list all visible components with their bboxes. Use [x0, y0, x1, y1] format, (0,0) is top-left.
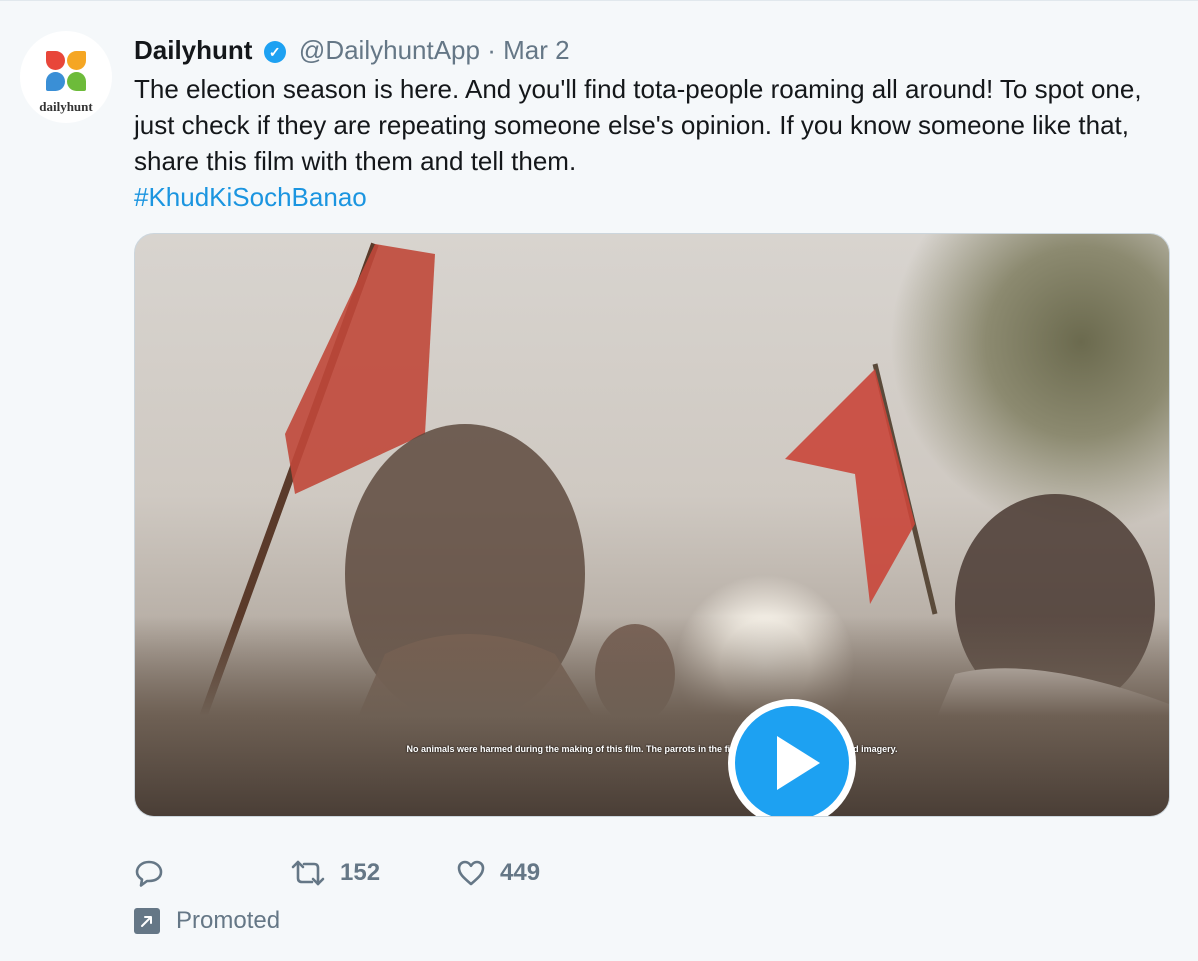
play-icon[interactable]	[725, 696, 859, 817]
video-frame-crowd	[135, 616, 1169, 816]
author-handle[interactable]: @DailyhuntApp	[299, 35, 480, 65]
retweet-count: 152	[340, 859, 381, 886]
tweet-header: Dailyhunt ✓ @DailyhuntApp · Mar 2	[134, 33, 570, 67]
logo-petal-blue	[46, 72, 65, 91]
promoted-label-row[interactable]: Promoted	[134, 907, 280, 935]
heart-icon	[457, 860, 485, 886]
reply-icon	[135, 860, 163, 887]
avatar-logo-text: dailyhunt	[39, 99, 93, 114]
like-count: 449	[500, 859, 541, 886]
promoted-label: Promoted	[176, 907, 281, 934]
hashtag-link[interactable]: #KhudKiSochBanao	[134, 179, 1174, 215]
verified-badge-icon: ✓	[263, 41, 286, 63]
logo-petal-red	[46, 51, 65, 70]
tweet-card[interactable]: dailyhunt Dailyhunt ✓ @DailyhuntApp · Ma…	[0, 0, 1198, 961]
author-name[interactable]: Dailyhunt	[134, 35, 252, 65]
tweet-text: The election season is here. And you'll …	[134, 74, 1142, 176]
avatar[interactable]: dailyhunt	[20, 31, 112, 123]
separator-dot: ·	[487, 35, 496, 65]
retweet-button[interactable]: 152	[290, 853, 380, 893]
like-button[interactable]: 449	[456, 853, 540, 893]
promoted-arrow-icon	[134, 908, 160, 934]
tweet-date[interactable]: Mar 2	[503, 35, 569, 65]
tweet-text-block: The election season is here. And you'll …	[134, 71, 1174, 215]
logo-petal-green	[67, 72, 86, 91]
video-subtitle: No animals were harmed during the making…	[406, 744, 898, 754]
video-player[interactable]: No animals were harmed during the making…	[134, 233, 1170, 817]
logo-petal-orange	[67, 51, 86, 70]
reply-button[interactable]	[134, 853, 164, 893]
retweet-icon	[291, 860, 325, 886]
